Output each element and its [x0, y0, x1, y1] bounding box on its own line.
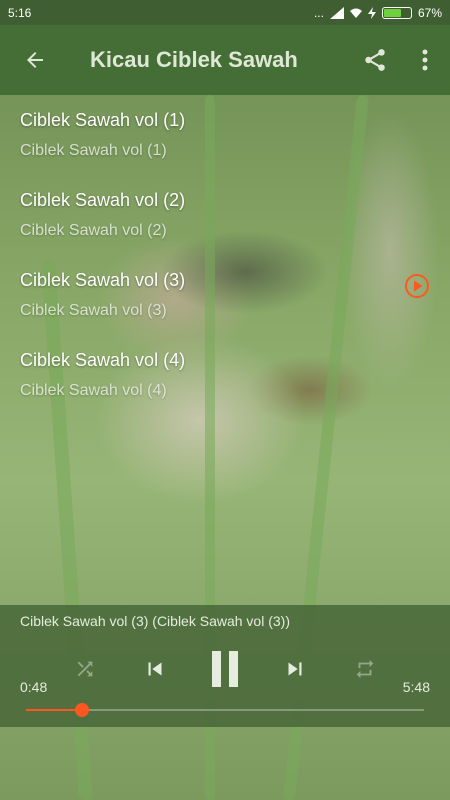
share-icon	[365, 49, 385, 71]
track-subtitle: Ciblek Sawah vol (3)	[20, 302, 167, 319]
more-vert-icon	[422, 49, 428, 71]
repeat-button[interactable]	[350, 645, 380, 693]
share-button[interactable]	[350, 25, 400, 95]
track-title: Ciblek Sawah vol (1)	[20, 110, 186, 130]
pause-icon	[212, 651, 238, 687]
elapsed-time: 0:48	[20, 679, 48, 695]
seek-bar[interactable]	[26, 703, 424, 717]
status-bar: 5:16 ... 67%	[0, 0, 450, 25]
repeat-icon	[356, 659, 374, 679]
notification-dots: ...	[313, 5, 324, 20]
track-subtitle: Ciblek Sawah vol (2)	[20, 222, 167, 239]
charging-icon	[367, 6, 376, 19]
previous-button[interactable]	[140, 645, 170, 693]
seek-bar-thumb[interactable]	[74, 703, 89, 717]
status-time: 5:16	[8, 5, 32, 20]
page-title: Kicau Ciblek Sawah	[90, 47, 298, 72]
playlist-item[interactable]: Ciblek Sawah vol (1) Ciblek Sawah vol (1…	[0, 95, 450, 175]
app-bar: Kicau Ciblek Sawah	[0, 25, 450, 95]
track-title: Ciblek Sawah vol (3)	[20, 270, 186, 290]
track-subtitle: Ciblek Sawah vol (4)	[20, 382, 167, 399]
playlist-item[interactable]: Ciblek Sawah vol (2) Ciblek Sawah vol (2…	[0, 175, 450, 255]
shuffle-button[interactable]	[70, 645, 100, 693]
now-playing-icon	[405, 274, 429, 298]
playlist: Ciblek Sawah vol (1) Ciblek Sawah vol (1…	[0, 95, 450, 415]
skip-previous-icon	[148, 662, 162, 676]
player-panel: Ciblek Sawah vol (3) (Ciblek Sawah vol (…	[0, 605, 450, 727]
next-button[interactable]	[280, 645, 310, 693]
track-subtitle: Ciblek Sawah vol (1)	[20, 142, 167, 159]
skip-next-icon	[288, 662, 302, 676]
player-controls	[0, 645, 450, 693]
playlist-item[interactable]: Ciblek Sawah vol (3) Ciblek Sawah vol (3…	[0, 255, 450, 335]
battery-level	[383, 8, 401, 17]
seek-bar-progress	[26, 709, 82, 711]
track-title: Ciblek Sawah vol (4)	[20, 350, 186, 370]
now-playing-text: Ciblek Sawah vol (3) (Ciblek Sawah vol (…	[20, 613, 290, 629]
playlist-item[interactable]: Ciblek Sawah vol (4) Ciblek Sawah vol (4…	[0, 335, 450, 415]
status-icons: ... 67%	[314, 6, 442, 20]
battery-icon	[381, 6, 412, 19]
battery-percent: 67%	[417, 5, 442, 20]
pause-button[interactable]	[205, 645, 245, 693]
overflow-menu-button[interactable]	[400, 25, 450, 95]
arrow-left-icon	[27, 52, 43, 68]
shuffle-icon	[77, 661, 93, 677]
signal-icon	[329, 6, 344, 19]
total-duration: 5:48	[402, 679, 430, 695]
wifi-icon	[349, 8, 362, 18]
back-button[interactable]	[0, 25, 70, 95]
track-title: Ciblek Sawah vol (2)	[20, 190, 186, 210]
